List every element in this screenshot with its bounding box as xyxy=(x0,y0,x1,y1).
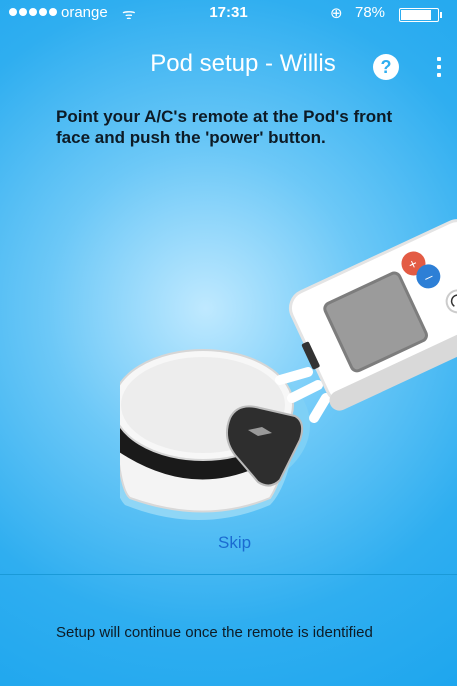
battery-percentage: 78% xyxy=(355,4,386,21)
help-icon[interactable]: ? xyxy=(373,54,399,80)
pod-remote-illustration: + – xyxy=(120,219,457,520)
rotation-lock-icon: ⊕ xyxy=(330,5,343,22)
divider xyxy=(0,574,457,575)
status-time: 17:31 xyxy=(209,4,248,21)
instruction-text: Point your A/C's remote at the Pod's fro… xyxy=(56,107,393,147)
status-message: Setup will continue once the remote is i… xyxy=(56,624,373,641)
skip-button[interactable]: Skip xyxy=(218,533,251,553)
more-menu-icon[interactable] xyxy=(436,57,442,77)
status-bar: orange ᯤ 17:31 ⊕ 78% xyxy=(0,0,457,28)
battery-icon xyxy=(399,8,442,22)
app-header: Pod setup - Willis ? xyxy=(0,44,457,88)
